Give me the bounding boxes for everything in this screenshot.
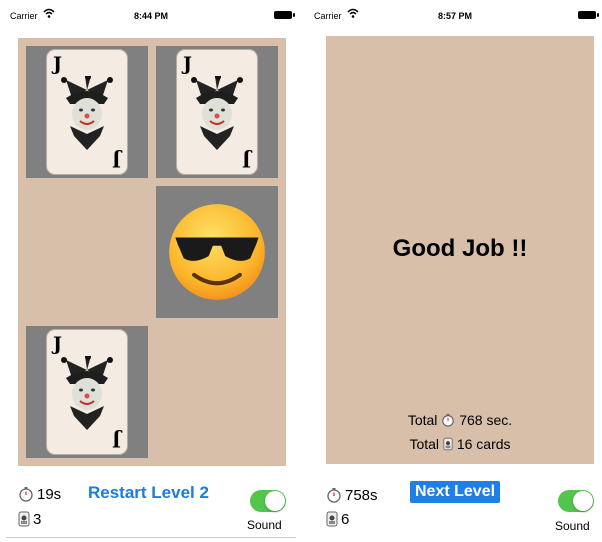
card-count-icon — [18, 511, 30, 527]
card-tile[interactable] — [156, 186, 278, 318]
total-time-prefix: Total — [407, 412, 438, 428]
card-rank-inverted: J — [242, 149, 251, 171]
card-face: J J — [46, 49, 128, 175]
level-complete-board: Good Job !! Total 768 sec. Total 16 card… — [326, 36, 594, 464]
card-count-icon — [326, 511, 338, 527]
elapsed-time-value: 758s — [345, 487, 378, 504]
card-count: 3 — [18, 511, 41, 528]
toggle-knob — [265, 491, 285, 511]
total-cards-prefix: Total — [409, 436, 440, 452]
card-count-icon — [443, 437, 453, 451]
smiling-face-with-sunglasses-icon — [169, 204, 265, 300]
left-screen: Carrier 8:44 PM J J J J J J 19s 3 Restar… — [6, 0, 296, 542]
jester-icon — [54, 76, 120, 150]
total-cards-value: 16 cards — [456, 436, 511, 452]
card-rank: J — [53, 333, 62, 355]
home-indicator-divider — [6, 537, 296, 538]
game-board: J J J J J J — [18, 38, 286, 466]
elapsed-time: 19s — [18, 486, 61, 503]
restart-level-button[interactable]: Restart Level 2 — [88, 483, 209, 503]
clock: 8:44 PM — [133, 11, 168, 21]
card-count-value: 6 — [341, 511, 350, 528]
card-tile[interactable]: J J — [26, 326, 148, 458]
jester-icon — [184, 76, 250, 150]
card-count-value: 3 — [33, 511, 42, 528]
card-rank: J — [183, 53, 192, 75]
jester-icon — [54, 356, 120, 430]
total-time: Total 768 sec. — [326, 412, 594, 428]
sound-label: Sound — [555, 519, 590, 533]
card-rank-inverted: J — [112, 149, 121, 171]
right-screen: Carrier 8:57 PM Good Job !! Total 768 se… — [310, 0, 600, 542]
card-face: J J — [176, 49, 258, 175]
battery-icon — [578, 11, 599, 19]
status-bar: Carrier 8:44 PM — [6, 0, 296, 30]
sound-toggle[interactable] — [558, 490, 594, 512]
next-level-button[interactable]: Next Level — [410, 481, 501, 503]
card-face: J J — [46, 329, 128, 455]
card-count: 6 — [326, 511, 349, 528]
stopwatch-icon — [326, 487, 342, 503]
sound-label: Sound — [247, 518, 282, 532]
stopwatch-icon — [18, 486, 34, 502]
card-tile[interactable]: J J — [26, 46, 148, 178]
elapsed-time-value: 19s — [37, 486, 62, 503]
toggle-knob — [573, 491, 593, 511]
card-rank: J — [53, 53, 62, 75]
clock: 8:57 PM — [437, 11, 472, 21]
battery-icon — [274, 11, 295, 19]
card-tile[interactable]: J J — [156, 46, 278, 178]
total-cards: Total 16 cards — [326, 436, 594, 452]
card-rank-inverted: J — [112, 429, 121, 451]
good-job-message: Good Job !! — [392, 235, 528, 262]
stopwatch-icon — [441, 413, 455, 427]
total-time-value: 768 sec. — [459, 412, 513, 428]
status-bar: Carrier 8:57 PM — [310, 0, 600, 30]
elapsed-time: 758s — [326, 487, 378, 504]
sound-toggle[interactable] — [250, 490, 286, 512]
